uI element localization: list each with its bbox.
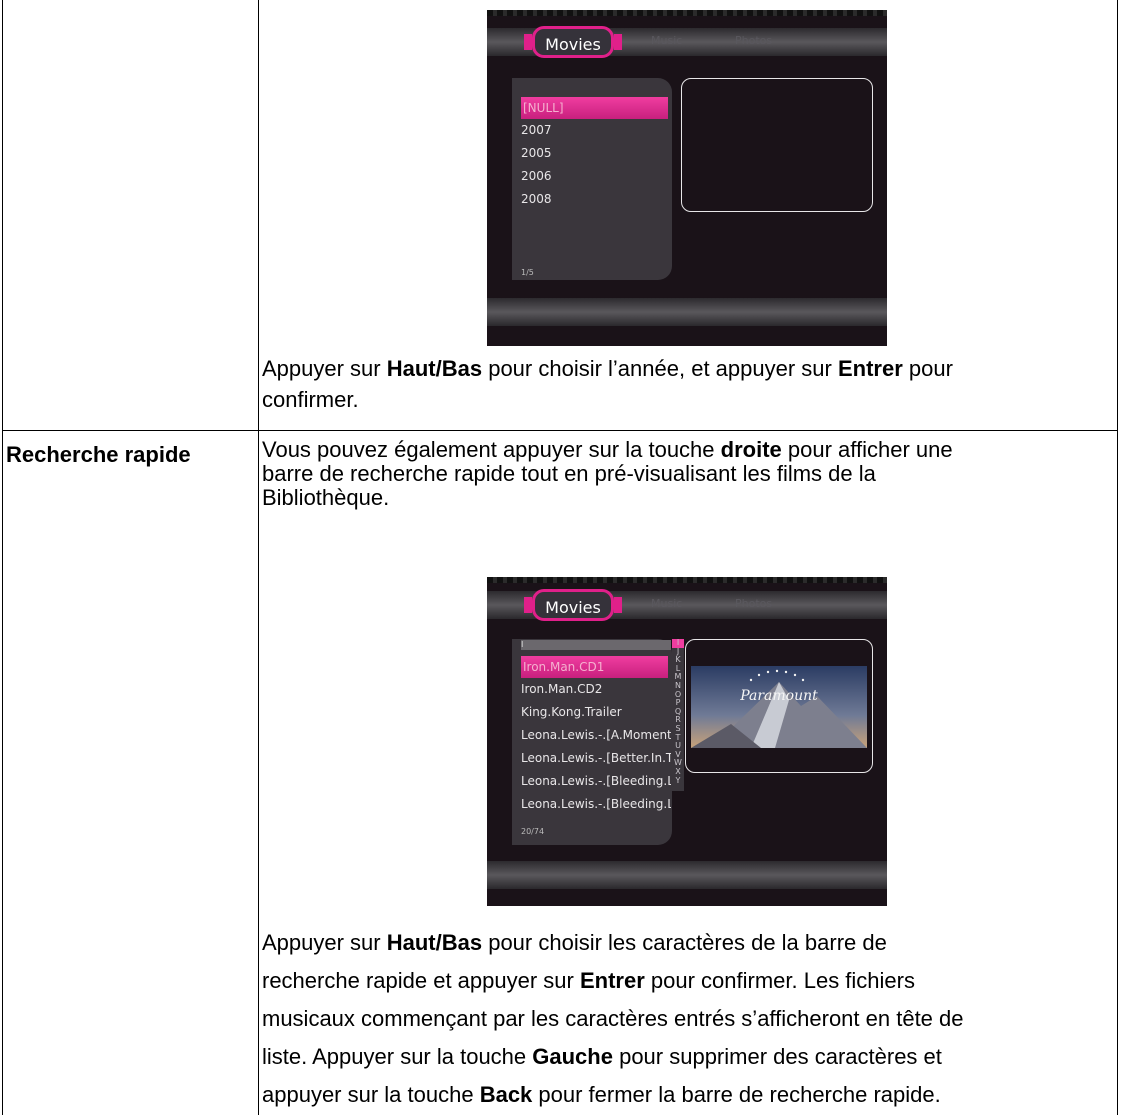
screenshot-quick-search: Movies Music Photos I Iron.Man.CD1 Iron.…	[487, 577, 887, 906]
tab-right-arrow	[614, 597, 622, 613]
list-item[interactable]: Leona.Lewis.-.[Bleeding.Lo	[521, 797, 671, 811]
paramount-logo-text: Paramount	[739, 688, 818, 704]
selected-list-item[interactable]: [NULL]	[521, 97, 668, 119]
list-item[interactable]: 2006	[521, 169, 552, 183]
table-border-left	[2, 0, 3, 1115]
key-haut-bas: Haut/Bas	[386, 930, 483, 955]
list-item[interactable]: 2007	[521, 123, 552, 137]
tab-music[interactable]: Music	[651, 597, 682, 610]
row-label-recherche-rapide: Recherche rapide	[6, 442, 191, 467]
page-counter: 20/74	[521, 827, 545, 836]
key-entrer: Entrer	[579, 968, 645, 993]
page-counter: 1/5	[521, 268, 534, 277]
tab-right-arrow	[614, 34, 622, 50]
bottom-band	[487, 861, 887, 889]
table-row-divider	[2, 430, 1118, 431]
tab-movies[interactable]: Movies	[532, 26, 614, 58]
alphabet-letter[interactable]: Y	[672, 776, 684, 786]
table-border-right	[1117, 0, 1118, 1115]
list-item-label: Iron.Man.CD1	[523, 660, 605, 674]
key-droite: droite	[720, 437, 782, 462]
tab-photos[interactable]: Photos	[735, 597, 772, 610]
key-entrer: Entrer	[837, 356, 903, 381]
list-item[interactable]: Leona.Lewis.-.[A.Moment	[521, 728, 671, 742]
list-item[interactable]: 2008	[521, 192, 552, 206]
list-item[interactable]: Leona.Lewis.-.[Better.In.T	[521, 751, 671, 765]
preview-frame: Paramount	[685, 639, 873, 773]
row2-intro: Vous pouvez également appuyer sur la tou…	[262, 437, 953, 510]
preview-frame	[681, 78, 873, 212]
bottom-band	[487, 298, 887, 326]
key-gauche: Gauche	[532, 1044, 613, 1069]
list-item-label: [NULL]	[523, 101, 564, 115]
row1-instruction: Appuyer sur Haut/Bas pour choisir l’anné…	[262, 356, 953, 412]
list-item[interactable]: King.Kong.Trailer	[521, 705, 671, 719]
screen-top-dots	[487, 10, 887, 16]
list-item[interactable]: Leona.Lewis.-.[Bleeding.L	[521, 774, 671, 788]
list-item[interactable]: 2005	[521, 146, 552, 160]
key-haut-bas: Haut/Bas	[386, 356, 483, 381]
screenshot-year-select: Movies Music Photos [NULL] 2007 2005 200…	[487, 10, 887, 346]
tab-photos[interactable]: Photos	[735, 34, 772, 47]
search-input[interactable]: I	[521, 640, 671, 650]
alphabet-search-bar[interactable]: I J K L M N O P Q R S T U V W X Y	[672, 638, 684, 791]
list-item[interactable]: Iron.Man.CD2	[521, 682, 671, 696]
paramount-logo-image: Paramount	[691, 666, 867, 748]
table-column-divider	[258, 0, 259, 1115]
selected-list-item[interactable]: Iron.Man.CD1	[521, 656, 668, 678]
tab-left-arrow	[524, 34, 532, 50]
tab-movies[interactable]: Movies	[532, 589, 614, 621]
screen-top-dots	[487, 577, 887, 583]
key-back: Back	[479, 1082, 533, 1107]
tab-left-arrow	[524, 597, 532, 613]
tab-music[interactable]: Music	[651, 34, 682, 47]
row2-instruction: Appuyer sur Haut/Bas pour choisir les ca…	[262, 930, 964, 1107]
